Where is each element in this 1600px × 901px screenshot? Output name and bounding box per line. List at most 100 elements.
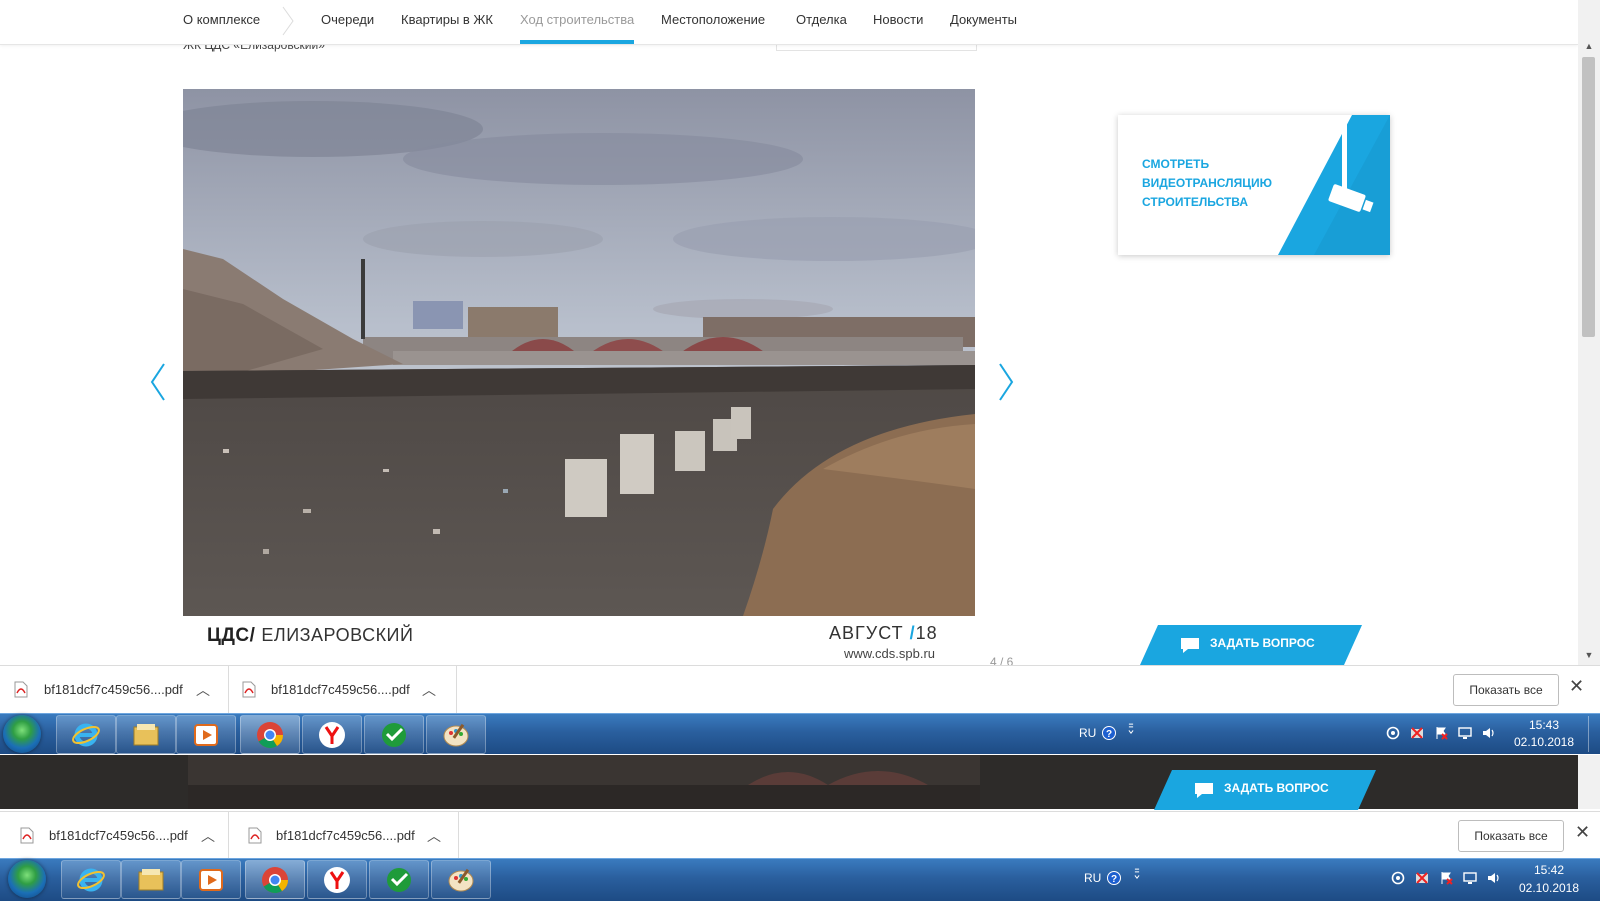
download-filename: bf181dcf7c459c56....pdf — [276, 828, 415, 843]
paint-icon — [448, 868, 474, 892]
nav-item-construction-progress[interactable]: Ход строительства — [520, 0, 635, 44]
clock-time[interactable]: 15:42 — [1514, 863, 1584, 877]
clock-date[interactable]: 02.10.2018 — [1509, 735, 1579, 749]
dimmed-construction-photo — [188, 755, 980, 809]
nav-item-apartments[interactable]: Квартиры в ЖК — [401, 0, 493, 44]
gallery-next-icon[interactable] — [994, 360, 1018, 404]
action-center-icon[interactable] — [1439, 871, 1453, 885]
video-card-line-2: ВИДЕОТРАНСЛЯЦИЮ — [1142, 176, 1272, 190]
internet-explorer-icon — [72, 723, 100, 747]
scroll-thumb[interactable] — [1582, 57, 1595, 337]
taskbar-app-media[interactable] — [181, 860, 241, 899]
sync-icon[interactable] — [1391, 871, 1405, 885]
scroll-up-icon[interactable]: ▲ — [1583, 40, 1595, 52]
nav-item-news[interactable]: Новости — [873, 0, 923, 44]
chrome-icon — [257, 722, 284, 749]
gallery-prev-icon[interactable] — [146, 360, 170, 404]
volume-icon[interactable] — [1482, 726, 1496, 740]
brand-logo-slash-icon: / — [249, 625, 256, 646]
scroll-down-icon[interactable]: ▼ — [1583, 649, 1595, 661]
nav-item-about[interactable]: О комплексе — [183, 0, 260, 44]
volume-icon[interactable] — [1487, 871, 1501, 885]
taskbar-app-yandex[interactable] — [302, 715, 362, 754]
ask-question-button-secondary[interactable]: ЗАДАТЬ ВОПРОС — [1154, 770, 1376, 810]
download-item[interactable]: bf181dcf7c459c56....pdf ︿ — [0, 812, 229, 859]
video-stream-card[interactable]: СМОТРЕТЬ ВИДЕОТРАНСЛЯЦИЮ СТРОИТЕЛЬСТВА — [1118, 115, 1390, 255]
clock-time[interactable]: 15:43 — [1509, 718, 1579, 732]
taskbar-app-ie[interactable] — [56, 715, 116, 754]
pdf-file-icon — [20, 827, 34, 844]
language-indicator[interactable]: RU — [1079, 726, 1096, 740]
start-button[interactable] — [8, 860, 46, 898]
ask-question-label: ЗАДАТЬ ВОПРОС — [1210, 636, 1315, 650]
taskbar-app-sberbank[interactable] — [369, 860, 429, 899]
chevron-up-icon[interactable]: ︿ — [201, 826, 215, 846]
file-explorer-icon — [138, 869, 164, 891]
sync-icon[interactable] — [1386, 726, 1400, 740]
ask-question-label: ЗАДАТЬ ВОПРОС — [1224, 781, 1329, 795]
start-button[interactable] — [3, 715, 41, 753]
nav-item-documents[interactable]: Документы — [950, 0, 1017, 44]
taskbar-app-explorer[interactable] — [116, 715, 176, 754]
yandex-browser-icon — [319, 722, 345, 748]
close-downloads-icon[interactable]: ✕ — [1569, 676, 1584, 697]
taskbar-app-chrome[interactable] — [245, 860, 305, 899]
download-item[interactable]: bf181dcf7c459c56....pdf ︿ — [0, 666, 229, 713]
video-card-line-3: СТРОИТЕЛЬСТВА — [1142, 195, 1249, 209]
taskbar-app-explorer[interactable] — [121, 860, 181, 899]
network-warning-icon[interactable] — [1410, 726, 1424, 740]
download-item[interactable]: bf181dcf7c459c56....pdf ︿ — [228, 666, 457, 713]
gallery-year: 18 — [915, 623, 938, 643]
taskbar-app-yandex[interactable] — [307, 860, 367, 899]
nav-item-queues[interactable]: Очереди — [321, 0, 374, 44]
chevron-up-icon[interactable]: ︿ — [422, 680, 436, 700]
brand-name: ЕЛИЗАРОВСКИЙ — [261, 625, 414, 645]
paint-icon — [443, 723, 469, 747]
media-player-icon — [194, 724, 218, 746]
nav-separator-icon — [282, 6, 294, 36]
nav-item-finishing[interactable]: Отделка — [796, 0, 847, 44]
internet-explorer-icon — [77, 868, 105, 892]
gallery-month: АВГУСТ — [829, 623, 904, 643]
display-icon[interactable] — [1463, 871, 1477, 885]
taskbar-app-media[interactable] — [176, 715, 236, 754]
page-scrollbar[interactable]: ▲ ▼ — [1578, 0, 1600, 665]
pdf-file-icon — [242, 681, 256, 698]
tray-options-icon[interactable] — [1130, 867, 1144, 881]
yandex-browser-icon — [324, 867, 350, 893]
taskbar-app-paint[interactable] — [431, 860, 491, 899]
download-item[interactable]: bf181dcf7c459c56....pdf ︿ — [230, 812, 459, 859]
taskbar-app-ie[interactable] — [61, 860, 121, 899]
display-icon[interactable] — [1458, 726, 1472, 740]
top-navigation: О комплексе Очереди Квартиры в ЖК Ход ст… — [0, 0, 1578, 45]
chevron-up-icon[interactable]: ︿ — [427, 826, 441, 846]
show-all-downloads-button[interactable]: Показать все — [1458, 820, 1564, 852]
pdf-file-icon — [14, 681, 28, 698]
sberbank-icon — [387, 868, 411, 892]
video-card-text: СМОТРЕТЬ ВИДЕОТРАНСЛЯЦИЮ СТРОИТЕЛЬСТВА — [1142, 155, 1302, 212]
media-player-icon — [199, 869, 223, 891]
taskbar-app-paint[interactable] — [426, 715, 486, 754]
nav-item-location[interactable]: Местоположение — [661, 0, 765, 44]
pdf-file-icon — [248, 827, 262, 844]
help-icon[interactable]: ? — [1107, 871, 1121, 885]
chat-bubble-icon — [1195, 783, 1213, 798]
network-warning-icon[interactable] — [1415, 871, 1429, 885]
camera-icon — [1328, 117, 1374, 213]
show-all-downloads-button[interactable]: Показать все — [1453, 674, 1559, 706]
ask-question-button[interactable]: ЗАДАТЬ ВОПРОС — [1140, 625, 1362, 665]
taskbar-app-sberbank[interactable] — [364, 715, 424, 754]
show-desktop-button[interactable] — [1588, 716, 1599, 752]
chevron-up-icon[interactable]: ︿ — [196, 680, 210, 700]
close-downloads-icon[interactable]: ✕ — [1575, 822, 1590, 843]
language-indicator[interactable]: RU — [1084, 871, 1101, 885]
clock-date[interactable]: 02.10.2018 — [1514, 881, 1584, 895]
action-center-icon[interactable] — [1434, 726, 1448, 740]
gallery-period: АВГУСТ /18 — [829, 623, 938, 644]
page-scrollbar-secondary[interactable] — [1578, 755, 1600, 809]
taskbar-app-chrome[interactable] — [240, 715, 300, 754]
gallery-url: www.cds.spb.ru — [844, 646, 936, 661]
download-filename: bf181dcf7c459c56....pdf — [44, 682, 183, 697]
tray-options-icon[interactable] — [1124, 722, 1138, 736]
help-icon[interactable]: ? — [1102, 726, 1116, 740]
